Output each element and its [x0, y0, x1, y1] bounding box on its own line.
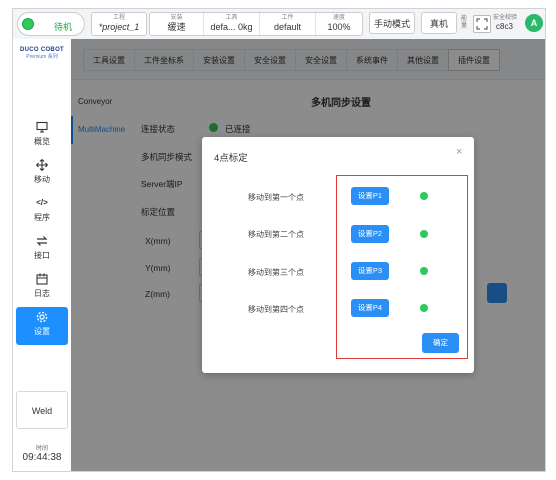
swap-icon — [16, 231, 68, 251]
p2-status-icon — [420, 230, 428, 238]
robot-params-group: 安装 缓速 工具 defa... 0kg 工件 default 速度 100% — [149, 12, 363, 36]
top-status-bar: 待机 工程 *project_1 安装 缓速 工具 defa... 0kg 工件… — [13, 9, 545, 40]
p4-status-icon — [420, 304, 428, 312]
close-icon[interactable]: × — [456, 147, 462, 158]
clock-label: 时间 — [35, 446, 48, 452]
nav-label: 概览 — [34, 137, 50, 146]
real-robot-button[interactable]: 真机 — [421, 12, 457, 34]
nav-item-log[interactable]: 日志 — [16, 269, 68, 307]
monitor-icon — [16, 117, 68, 137]
speed-label: 速度 — [332, 15, 345, 21]
gear-icon — [16, 307, 68, 327]
p1-status-icon — [420, 192, 428, 200]
app-window: 待机 工程 *project_1 安装 缓速 工具 defa... 0kg 工件… — [12, 8, 546, 472]
code-icon: </> — [36, 198, 48, 207]
set-p1-button[interactable]: 设置P1 — [351, 187, 389, 205]
nav-item-interface[interactable]: 接口 — [16, 231, 68, 269]
workpiece-label: 工件 — [281, 15, 294, 21]
nav-label: 程序 — [34, 213, 50, 222]
step-2-label: 移动到第二个点 — [248, 230, 304, 239]
safety-segment[interactable]: 安装 缓速 — [150, 13, 204, 35]
four-point-calibration-dialog: 4点标定 × 移动到第一个点 移动到第二个点 移动到第三个点 移动到第四个点 设… — [202, 137, 474, 373]
nav-label: 移动 — [34, 175, 50, 184]
tool-segment[interactable]: 工具 defa... 0kg — [204, 13, 260, 35]
step-4-label: 移动到第四个点 — [248, 305, 304, 314]
p3-status-icon — [420, 267, 428, 275]
safety-label: 安装 — [170, 15, 183, 21]
user-avatar[interactable]: A — [525, 14, 543, 32]
nav-label: 设置 — [34, 327, 50, 336]
logo-line2: Premium 系列 — [26, 54, 58, 60]
clock: 时间 09:44:38 — [13, 443, 71, 463]
project-value: *project_1 — [98, 22, 140, 32]
set-p4-button[interactable]: 设置P4 — [351, 299, 389, 317]
clock-time: 09:44:38 — [22, 452, 62, 463]
robot-status-text: 待机 — [54, 22, 73, 32]
move-icon — [16, 155, 68, 175]
nav-item-move[interactable]: 移动 — [16, 155, 68, 193]
step-1-label: 移动到第一个点 — [248, 193, 304, 202]
nav-label: 日志 — [34, 289, 50, 298]
safety-checksum-value: c8c3 — [496, 22, 513, 31]
nav-item-program[interactable]: </> 程序 — [16, 193, 68, 231]
safety-checksum-label: 安全校验 — [493, 15, 518, 21]
nav-label: 接口 — [34, 251, 50, 260]
workpiece-segment[interactable]: 工件 default — [260, 13, 316, 35]
project-label: 工程 — [112, 15, 125, 21]
brand-logo: DUCO COBOT Premium 系列 — [17, 47, 67, 60]
robot-status-pill[interactable]: 待机 — [17, 12, 85, 36]
set-p3-button[interactable]: 设置P3 — [351, 262, 389, 280]
dialog-title: 4点标定 — [214, 153, 248, 164]
confirm-button[interactable]: 确定 — [422, 333, 459, 353]
speed-value: 100% — [327, 22, 351, 32]
fullscreen-icon[interactable] — [473, 15, 491, 33]
tool-value: defa... 0kg — [210, 22, 253, 32]
weld-button[interactable]: Weld — [16, 391, 68, 429]
safety-value: 缓速 — [167, 22, 186, 32]
project-segment: 工程 *project_1 — [92, 13, 146, 35]
workpiece-value: default — [273, 22, 302, 32]
speed-segment[interactable]: 速度 100% — [316, 13, 362, 35]
enable-label: 能量 — [461, 16, 468, 29]
main-nav: 概览 移动 </> 程序 接口 日志 设置 — [16, 117, 68, 345]
set-p2-button[interactable]: 设置P2 — [351, 225, 389, 243]
tool-label: 工具 — [225, 15, 238, 21]
project-indicator[interactable]: 工程 *project_1 — [91, 12, 147, 36]
calendar-icon — [16, 269, 68, 289]
left-sidebar: DUCO COBOT Premium 系列 概览 移动 </> 程序 接口 日志… — [13, 39, 72, 471]
status-indicator-icon — [22, 18, 34, 30]
nav-item-overview[interactable]: 概览 — [16, 117, 68, 155]
manual-mode-button[interactable]: 手动模式 — [369, 12, 415, 34]
nav-item-settings[interactable]: 设置 — [16, 307, 68, 345]
step-3-label: 移动到第三个点 — [248, 268, 304, 277]
